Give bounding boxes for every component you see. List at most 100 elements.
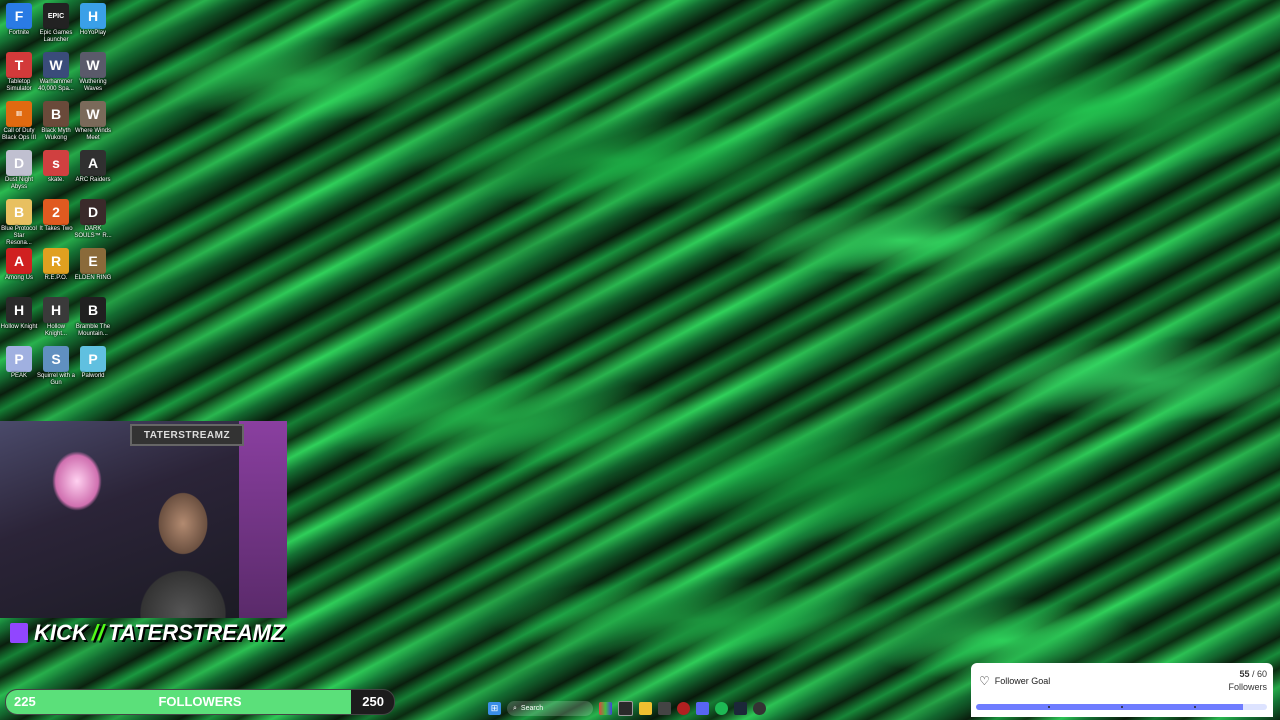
goal-unit: Followers (1228, 682, 1267, 692)
desktop-icon-label: Blue Protocol Star Resona... (1, 226, 37, 246)
spotify-icon[interactable] (715, 702, 728, 715)
desktop-icon[interactable]: W Warhammer 40,000 Spa... (37, 52, 75, 93)
desktop-icon-label: DARK SOULS™ R... (74, 226, 112, 239)
channel-name: TATERSTREAMZ (108, 620, 285, 645)
desktop-icon[interactable]: F Fortnite (0, 3, 38, 37)
search-placeholder: Search (520, 705, 544, 712)
file-explorer-icon[interactable] (639, 702, 652, 715)
desktop-icon[interactable]: B Bramble The Mountain... (74, 297, 112, 338)
desktop-icon[interactable]: H HoYoPlay (74, 3, 112, 37)
webcam-banner: TATERSTREAMZ (130, 424, 244, 446)
desktop-icon[interactable]: EPIC Epic Games Launcher (37, 3, 75, 44)
desktop-icon[interactable]: P PEAK (0, 346, 38, 380)
search-icon: ⌕ (513, 704, 517, 712)
app-icon: D (6, 150, 32, 176)
desktop-icon-label: Where Winds Meet (74, 128, 111, 141)
desktop-icon-label: Fortnite (8, 30, 30, 36)
twitch-icon (10, 623, 28, 643)
goal-count: 55 / 60 Followers (1228, 668, 1267, 694)
desktop-icon[interactable]: A ARC Raiders (74, 150, 112, 184)
desktop-icon[interactable]: T Tabletop Simulator (0, 52, 38, 93)
app-icon: F (6, 3, 32, 29)
follower-goal-widget: ♡ Follower Goal 55 / 60 Followers (971, 663, 1273, 717)
desktop-icon-label: Squirrel with a Gun (37, 373, 76, 386)
desktop-icon[interactable]: B Black Myth Wukong (37, 101, 75, 142)
app-icon: B (80, 297, 106, 323)
windows-start-icon[interactable]: ⊞ (488, 702, 501, 715)
taskbar-search[interactable]: ⌕ Search (507, 701, 593, 716)
desktop-icon[interactable]: 2 It Takes Two (37, 199, 75, 233)
desktop-icon-label: Dust Night Abyss (4, 177, 33, 190)
desktop-icon[interactable]: E ELDEN RING (74, 248, 112, 282)
app-icon: S (43, 346, 69, 372)
app-icon: B (43, 101, 69, 127)
app-icon: B (6, 199, 32, 225)
app-icon: P (80, 346, 106, 372)
desktop-icon-label: Tabletop Simulator (6, 79, 32, 92)
app-icon: E (80, 248, 106, 274)
desktop-icon-label: ELDEN RING (74, 275, 112, 281)
discord-icon[interactable] (696, 702, 709, 715)
calculator-icon[interactable] (658, 702, 671, 715)
kick-overlay-banner: KICK // TATERSTREAMZ (10, 619, 284, 647)
app-icon: W (80, 101, 106, 127)
desktop-icon-label: Hollow Knight... (44, 324, 67, 337)
webcam-feed: TATERSTREAMZ (0, 421, 287, 618)
desktop-icon[interactable]: A Among Us (0, 248, 38, 282)
desktop-icon[interactable]: H Hollow Knight (0, 297, 38, 331)
desktop-icon[interactable]: H Hollow Knight... (37, 297, 75, 338)
goal-target: 60 (1256, 669, 1267, 679)
desktop-icon[interactable]: W Where Winds Meet (74, 101, 112, 142)
desktop-icon-label: HoYoPlay (79, 30, 107, 36)
goal-current: 55 (1239, 669, 1250, 679)
settings-icon[interactable] (753, 702, 766, 715)
app-icon: s (43, 150, 69, 176)
desktop-icon[interactable]: III Call of Duty Black Ops III (0, 101, 38, 142)
app-icon: W (43, 52, 69, 78)
desktop-icon[interactable]: P Palworld (74, 346, 112, 380)
desktop-icon-label: Palworld (81, 373, 105, 379)
app-icon: D (80, 199, 106, 225)
desktop-icon-label: Call of Duty Black Ops III (1, 128, 36, 141)
desktop-icon-label: Epic Games Launcher (39, 30, 73, 43)
heart-hand-icon: ♡ (979, 674, 990, 688)
desktop-icon-label: ARC Raiders (75, 177, 111, 183)
desktop-icon[interactable]: D Dust Night Abyss (0, 150, 38, 191)
desktop-icon-label: Bramble The Mountain... (75, 324, 111, 337)
kick-label: KICK (34, 620, 88, 645)
desktop-icon-label: Black Myth Wukong (41, 128, 71, 141)
desktop-icon-label: Among Us (4, 275, 33, 281)
webcam-purple-backdrop (239, 421, 287, 618)
desktop-icon-label: Hollow Knight (0, 324, 38, 330)
webcam-lamp (52, 451, 102, 511)
goal-tick (1194, 706, 1196, 708)
app-icon: P (6, 346, 32, 372)
app-icon: EPIC (43, 3, 69, 29)
task-view-icon[interactable] (618, 701, 633, 716)
desktop-icon[interactable]: R R.E.P.O. (37, 248, 75, 282)
goal-progress-fill (976, 704, 1243, 710)
desktop-icon[interactable]: S Squirrel with a Gun (37, 346, 75, 387)
desktop-icon[interactable]: W Wuthering Waves (74, 52, 112, 93)
desktop-icon-label: R.E.P.O. (44, 275, 68, 281)
desktop-icon[interactable]: B Blue Protocol Star Resona... (0, 199, 38, 247)
goal-tick (1121, 706, 1123, 708)
app-icon: H (6, 297, 32, 323)
obs-icon[interactable] (677, 702, 690, 715)
app-icon: 2 (43, 199, 69, 225)
app-icon: R (43, 248, 69, 274)
goal-tick (1048, 706, 1050, 708)
steam-icon[interactable] (734, 702, 747, 715)
desktop-icon[interactable]: D DARK SOULS™ R... (74, 199, 112, 240)
streamer (128, 471, 238, 618)
desktop-icon-label: Wuthering Waves (79, 79, 107, 92)
app-icon: W (80, 52, 106, 78)
desktop-icon-label: PEAK (10, 373, 27, 379)
browser-icon[interactable] (599, 702, 612, 715)
goal-title: Follower Goal (994, 676, 1051, 686)
app-icon: H (80, 3, 106, 29)
followers-progress-bar: 225 FOLLOWERS 250 (5, 689, 395, 715)
followers-target-value: 250 (362, 694, 384, 709)
desktop-icon[interactable]: s skate. (37, 150, 75, 184)
slash-separator: // (91, 620, 105, 645)
